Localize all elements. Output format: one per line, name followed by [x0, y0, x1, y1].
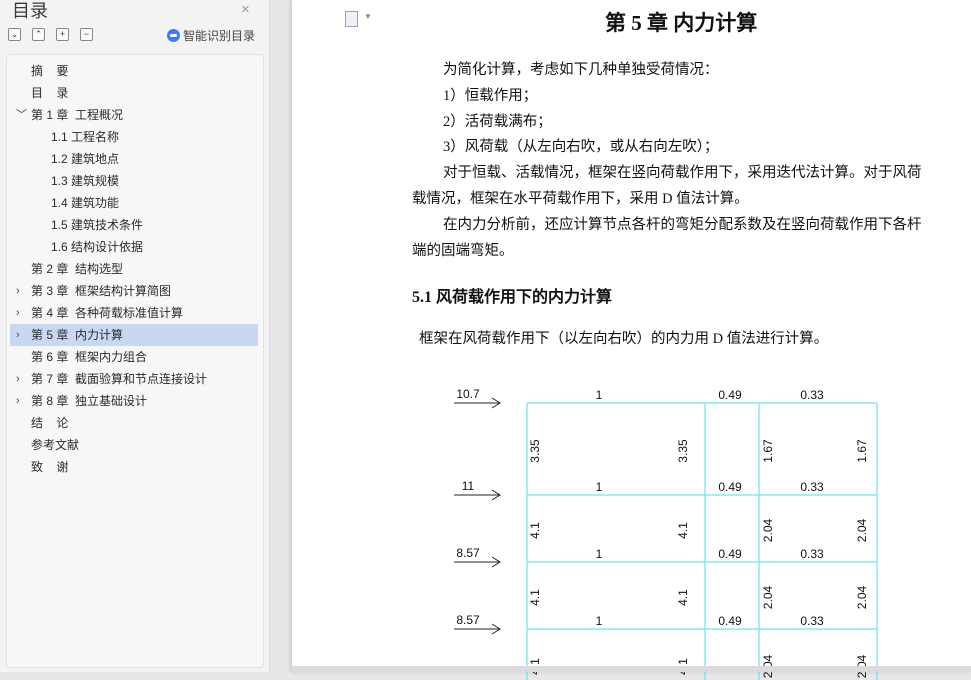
toc-item[interactable]: 致 谢: [10, 456, 258, 478]
document-page: ▼ 第 5 章 内力计算 为简化计算，考虑如下几种单独受荷情况： 1）恒载作用；…: [292, 0, 971, 680]
toc-list: 摘 要目 录 ﹀ 第 1 章 工程概况 1.1 工程名称 1.2 建筑地点 1.3 建筑规…: [6, 54, 264, 668]
toc-item[interactable]: 1.5 建筑技术条件: [10, 214, 258, 236]
beam-factor-label: 0.49: [718, 614, 742, 628]
close-icon[interactable]: ×: [241, 1, 250, 18]
toc-item-label: 1.6 结构设计依据: [51, 240, 144, 254]
toc-item-label: 目 录: [31, 86, 69, 100]
toc-item[interactable]: 第 6 章 框架内力组合: [10, 346, 258, 368]
column-factor-label: 4.1: [528, 522, 542, 539]
toc-title: 目录: [12, 1, 48, 21]
toc-item-label: 致 谢: [31, 460, 69, 474]
frame-diagram: 10.7 11 8.57 8.57 1 0.49 0.33 1 0.49 0.33 1 0.49 0.3…: [454, 387, 878, 680]
chevron-down-icon[interactable]: ﹀: [16, 104, 27, 126]
toc-item[interactable]: 第 2 章 结构选型: [10, 258, 258, 280]
load-label: 8.57: [456, 613, 480, 627]
section-title: 5.1 风荷载作用下的内力计算: [412, 289, 613, 306]
toc-item[interactable]: 1.3 建筑规模: [10, 170, 258, 192]
toc-item-label: 第 1 章 工程概况: [31, 108, 124, 122]
toc-item[interactable]: 1.1 工程名称: [10, 126, 258, 148]
paragraph: 1）恒载作用；: [443, 88, 538, 104]
beam-factor-label: 0.49: [718, 480, 742, 494]
paragraph: 3）风荷载（从左向右吹，或从右向左吹）；: [443, 139, 719, 155]
column-factor-label: 4.1: [676, 589, 690, 606]
toc-item-label: 第 3 章 框架结构计算简图: [31, 284, 172, 298]
column-factor-label: 3.35: [676, 439, 690, 463]
toc-item[interactable]: 摘 要: [10, 60, 258, 82]
chevron-right-icon[interactable]: ›: [16, 302, 20, 324]
chevron-right-icon[interactable]: ›: [16, 324, 20, 346]
column-factor-label: 1.67: [761, 439, 775, 463]
horizontal-scrollbar[interactable]: [292, 666, 971, 672]
paragraph: 在内力分析前，还应计算节点各杆的弯矩分配系数及在竖向荷载作用下各杆: [443, 217, 922, 233]
beam-factor-label: 0.33: [800, 388, 824, 402]
toc-item-label: 1.1 工程名称: [51, 130, 120, 144]
toc-item-label: 1.4 建筑功能: [51, 196, 120, 210]
beam-factor-label: 1: [596, 388, 603, 402]
section-intro: 框架在风荷载作用下（以左向右吹）的内力用 D 值法进行计算。: [419, 331, 829, 347]
toc-sidebar: 目录 × ⌄ ⌃ + − 智能识别目录 摘 要目 录 ﹀ 第 1 章 工程概况 1.1…: [0, 0, 270, 672]
beam-factor-label: 1: [596, 547, 603, 561]
toc-item[interactable]: › 第 3 章 框架结构计算简图: [10, 280, 258, 302]
toc-item-label: 1.3 建筑规模: [51, 174, 120, 188]
beam-factor-label: 0.33: [800, 547, 824, 561]
beam-factor-label: 0.33: [800, 614, 824, 628]
toc-item[interactable]: ﹀ 第 1 章 工程概况: [10, 104, 258, 126]
beam-factor-label: 1: [596, 480, 603, 494]
load-label: 11: [462, 479, 475, 493]
toc-item-label: 1.2 建筑地点: [51, 152, 120, 166]
toc-item-label: 第 8 章 独立基础设计: [31, 394, 148, 408]
column-factor-label: 3.35: [528, 439, 542, 463]
column-factor-label: 2.04: [761, 518, 775, 542]
smart-toc-icon: [167, 29, 180, 42]
toc-item[interactable]: 结 论: [10, 412, 258, 434]
toc-item-label: 第 7 章 截面验算和节点连接设计: [31, 372, 208, 386]
column-factor-label: 2.04: [855, 518, 869, 542]
paragraph: 2）活荷载满布；: [443, 114, 552, 130]
toc-item[interactable]: › 第 4 章 各种荷载标准值计算: [10, 302, 258, 324]
beam-factor-label: 0.33: [800, 480, 824, 494]
toc-item-label: 第 5 章 内力计算: [31, 328, 124, 342]
expand-up-icon[interactable]: ⌃: [32, 28, 45, 41]
column-factor-label: 4.1: [676, 522, 690, 539]
smart-toc-label: 智能识别目录: [183, 29, 256, 43]
chevron-down-icon[interactable]: ▼: [364, 12, 372, 21]
add-heading-icon[interactable]: +: [56, 28, 69, 41]
toc-item-label: 摘 要: [31, 64, 69, 78]
chapter-title: 第 5 章 内力计算: [605, 11, 758, 35]
paragraph: 为简化计算，考虑如下几种单独受荷情况：: [443, 62, 719, 78]
toc-item[interactable]: › 第 5 章 内力计算: [10, 324, 258, 346]
paragraph: 对于恒载、活载情况，框架在竖向荷载作用下，采用迭代法计算。对于风荷: [443, 165, 922, 181]
toc-item-label: 结 论: [31, 416, 69, 430]
beam-factor-label: 0.49: [718, 388, 742, 402]
toc-item[interactable]: › 第 7 章 截面验算和节点连接设计: [10, 368, 258, 390]
smart-toc-button[interactable]: 智能识别目录: [167, 27, 255, 44]
remove-heading-icon[interactable]: −: [80, 28, 93, 41]
toc-item-label: 第 6 章 框架内力组合: [31, 350, 148, 364]
toc-item[interactable]: 目 录: [10, 82, 258, 104]
column-factor-label: 2.04: [761, 585, 775, 609]
column-factor-label: 2.04: [855, 585, 869, 609]
toc-item-label: 第 2 章 结构选型: [31, 262, 124, 276]
chevron-right-icon[interactable]: ›: [16, 368, 20, 390]
paragraph: 端的固端弯矩。: [412, 243, 514, 259]
toc-item-label: 参考文献: [31, 438, 80, 452]
page-view-icon[interactable]: [345, 11, 358, 27]
load-label: 10.7: [456, 387, 480, 401]
paragraph: 载情况，框架在水平荷载作用下，采用 D 值法计算。: [412, 191, 749, 207]
beam-factor-label: 1: [596, 614, 603, 628]
load-label: 8.57: [456, 546, 480, 560]
toc-item[interactable]: 1.2 建筑地点: [10, 148, 258, 170]
toc-item[interactable]: 参考文献: [10, 434, 258, 456]
column-factor-label: 1.67: [855, 439, 869, 463]
chevron-right-icon[interactable]: ›: [16, 280, 20, 302]
collapse-all-icon[interactable]: ⌄: [8, 28, 21, 41]
toc-item[interactable]: 1.6 结构设计依据: [10, 236, 258, 258]
beam-factor-label: 0.49: [718, 547, 742, 561]
column-factor-label: 4.1: [528, 589, 542, 606]
toc-item[interactable]: › 第 8 章 独立基础设计: [10, 390, 258, 412]
toc-item[interactable]: 1.4 建筑功能: [10, 192, 258, 214]
toc-item-label: 第 4 章 各种荷载标准值计算: [31, 306, 184, 320]
chevron-right-icon[interactable]: ›: [16, 390, 20, 412]
toc-item-label: 1.5 建筑技术条件: [51, 218, 144, 232]
